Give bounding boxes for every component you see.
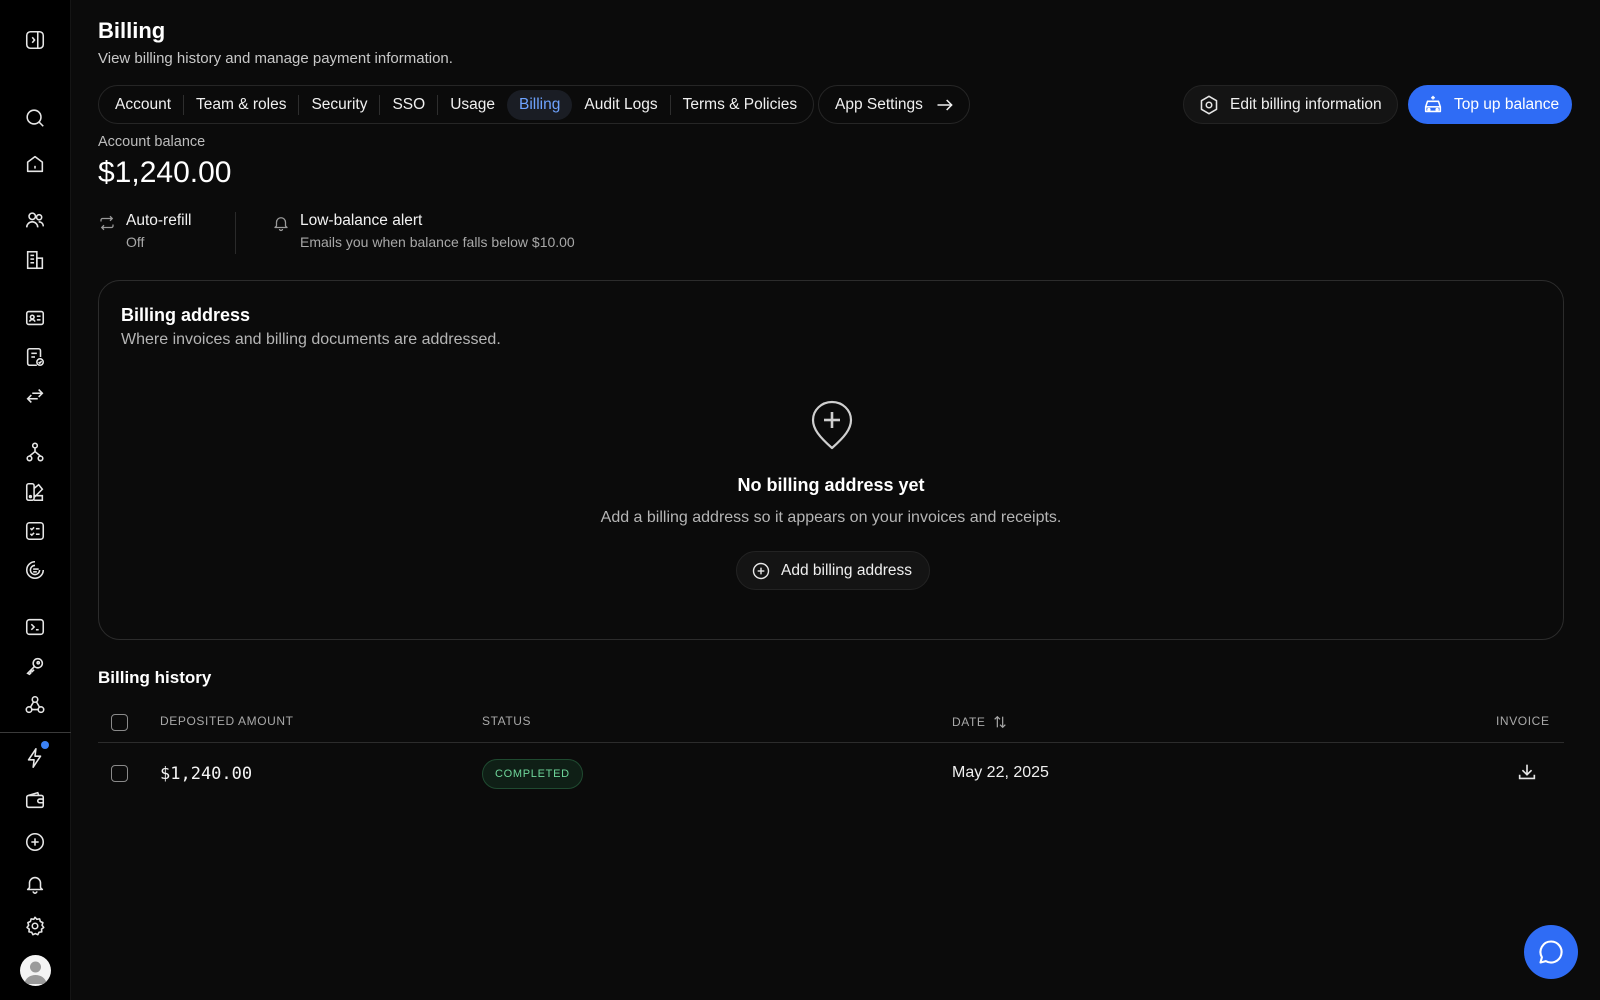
sidebar-divider	[0, 732, 71, 733]
empty-state-title: No billing address yet	[737, 475, 925, 495]
row-checkbox[interactable]	[111, 765, 128, 782]
sidebar-toggle-icon[interactable]	[21, 26, 49, 54]
tab-audit-logs[interactable]: Audit Logs	[572, 90, 669, 120]
building-icon[interactable]	[21, 246, 49, 274]
chat-bubble-icon	[1537, 938, 1565, 966]
gear-icon[interactable]	[21, 912, 49, 940]
auto-refill-value: Off	[126, 234, 145, 250]
home-icon[interactable]	[21, 150, 49, 178]
bell-icon	[272, 214, 290, 250]
download-icon[interactable]	[1516, 761, 1540, 785]
column-header-invoice: INVOICE	[1496, 714, 1550, 728]
page-subtitle: View billing history and manage payment …	[98, 50, 453, 67]
column-header-status: STATUS	[482, 714, 532, 728]
avatar[interactable]	[20, 955, 51, 986]
low-balance-description: Emails you when balance falls below $10.…	[300, 234, 575, 250]
date-header-label: DATE	[952, 715, 986, 729]
edit-billing-button[interactable]: Edit billing information	[1183, 85, 1398, 124]
add-billing-address-label: Add billing address	[781, 561, 912, 579]
billing-history-title: Billing history	[98, 668, 212, 687]
webhook-icon[interactable]	[21, 691, 49, 719]
low-balance-alert-setting[interactable]: Low-balance alert Emails you when balanc…	[272, 212, 575, 250]
map-pin-plus-icon	[809, 399, 855, 451]
select-all-checkbox[interactable]	[111, 714, 128, 731]
column-header-amount: DEPOSITED AMOUNT	[160, 714, 294, 728]
tab-usage[interactable]: Usage	[438, 90, 507, 120]
document-check-icon[interactable]	[21, 343, 49, 371]
auto-refill-title: Auto-refill	[126, 212, 192, 229]
refresh-icon	[98, 214, 116, 250]
deposit-date: May 22, 2025	[952, 764, 1049, 781]
table-header: DEPOSITED AMOUNT STATUS DATE INVOICE	[98, 705, 1564, 743]
chat-button[interactable]	[1524, 925, 1578, 979]
low-balance-title: Low-balance alert	[300, 212, 423, 229]
users-icon[interactable]	[21, 206, 49, 234]
divider	[235, 212, 236, 254]
gear-hexagon-icon	[1198, 94, 1220, 116]
balance-value: $1,240.00	[98, 156, 232, 189]
transfer-icon[interactable]	[21, 382, 49, 410]
add-billing-address-button[interactable]: Add billing address	[736, 551, 930, 590]
settings-tabs: Account Team & roles Security SSO Usage …	[98, 85, 815, 124]
sidebar	[0, 0, 71, 1000]
tab-sso[interactable]: SSO	[380, 90, 437, 120]
column-header-date[interactable]: DATE	[952, 714, 1008, 730]
notification-dot	[41, 741, 49, 749]
billing-address-card: Billing address Where invoices and billi…	[98, 280, 1564, 640]
wallet-icon[interactable]	[21, 786, 49, 814]
top-up-balance-button[interactable]: Top up balance	[1408, 85, 1572, 124]
empty-state-description: Add a billing address so it appears on y…	[600, 509, 1062, 526]
table-row: $1,240.00 COMPLETED May 22, 2025	[98, 748, 1564, 800]
lightning-icon[interactable]	[21, 741, 49, 772]
tab-billing[interactable]: Billing	[507, 89, 573, 120]
tab-security[interactable]: Security	[299, 90, 379, 120]
app-settings-button[interactable]: App Settings	[818, 85, 970, 124]
terminal-icon[interactable]	[21, 613, 49, 641]
key-icon[interactable]	[21, 652, 49, 680]
app-settings-label: App Settings	[835, 95, 923, 113]
search-icon[interactable]	[21, 104, 49, 132]
deposit-amount: $1,240.00	[160, 764, 253, 784]
id-card-icon[interactable]	[21, 304, 49, 332]
tab-terms-policies[interactable]: Terms & Policies	[671, 90, 810, 120]
shield-icon[interactable]	[21, 556, 49, 584]
plus-circle-icon	[751, 561, 771, 581]
page-title: Billing	[98, 18, 166, 43]
edit-billing-label: Edit billing information	[1230, 95, 1382, 113]
billing-address-title: Billing address	[121, 305, 251, 325]
status-badge: COMPLETED	[482, 759, 583, 789]
billing-address-subtitle: Where invoices and billing documents are…	[121, 331, 501, 348]
palette-icon[interactable]	[21, 478, 49, 506]
sort-icon[interactable]	[992, 714, 1008, 730]
hierarchy-icon[interactable]	[21, 438, 49, 466]
tab-team-roles[interactable]: Team & roles	[184, 90, 298, 120]
auto-refill-setting[interactable]: Auto-refill Off	[98, 212, 191, 250]
plus-circle-icon[interactable]	[21, 828, 49, 856]
balance-label: Account balance	[98, 134, 206, 150]
car-plus-icon	[1422, 94, 1444, 116]
bell-icon[interactable]	[21, 870, 49, 898]
top-up-label: Top up balance	[1454, 95, 1560, 113]
arrow-right-icon	[935, 95, 955, 115]
checklist-icon[interactable]	[21, 517, 49, 545]
tab-account[interactable]: Account	[103, 90, 183, 120]
